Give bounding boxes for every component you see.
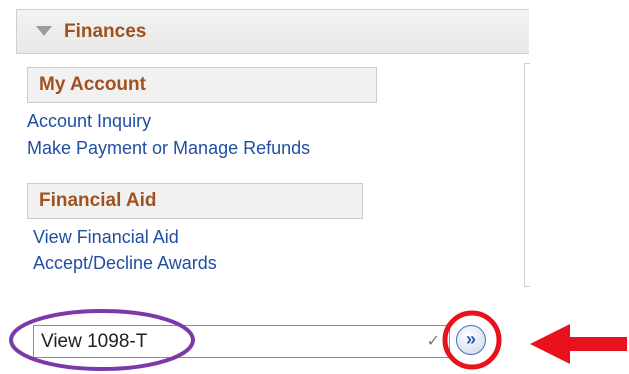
account-inquiry-link[interactable]: Account Inquiry	[27, 111, 151, 132]
my-account-group-header: My Account	[27, 67, 377, 103]
go-button[interactable]: »	[456, 325, 486, 355]
other-finances-select[interactable]: View 1098-T ✓	[33, 325, 450, 358]
finances-section-header[interactable]: Finances	[16, 9, 529, 54]
collapse-triangle-icon[interactable]	[36, 26, 52, 36]
accept-decline-awards-link[interactable]: Accept/Decline Awards	[33, 253, 217, 274]
pointer-arrow	[530, 324, 627, 364]
dropdown-chevron-icon[interactable]: ✓	[427, 331, 440, 351]
make-payment-link[interactable]: Make Payment or Manage Refunds	[27, 138, 310, 159]
view-financial-aid-link[interactable]: View Financial Aid	[33, 227, 179, 248]
group-title: Financial Aid	[39, 190, 157, 211]
financial-aid-group-header: Financial Aid	[27, 183, 363, 219]
right-panel-edge	[524, 63, 530, 287]
select-value: View 1098-T	[41, 331, 148, 352]
section-title: Finances	[64, 21, 147, 42]
group-title: My Account	[39, 74, 146, 95]
